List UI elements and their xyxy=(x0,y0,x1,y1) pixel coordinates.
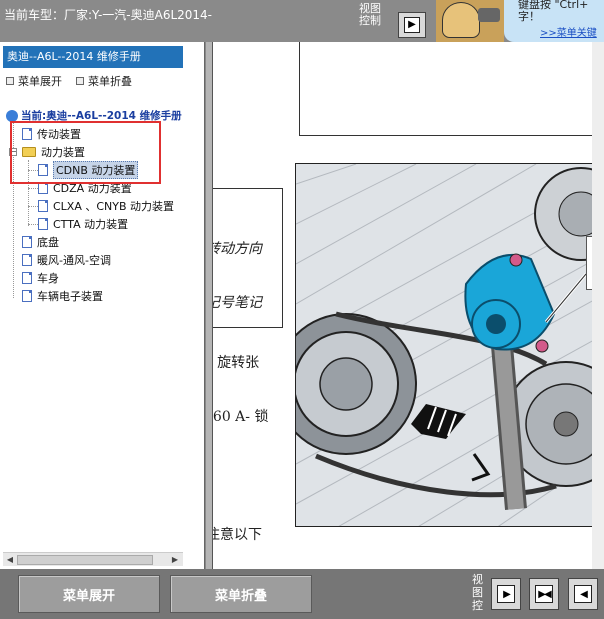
tree-item-label: 车辆电子装置 xyxy=(37,290,103,303)
doc-text-line: 记号笔记 xyxy=(213,295,262,311)
tree-item-label: 动力装置 xyxy=(41,146,85,159)
tree-item-label: 底盘 xyxy=(37,236,59,249)
scroll-left-icon[interactable]: ◀ xyxy=(4,554,16,566)
view-left-button[interactable]: ◀ xyxy=(568,578,598,610)
arrow-right-icon: ▶ xyxy=(404,17,420,33)
document-icon xyxy=(22,272,32,284)
expand-all-label: 菜单展开 xyxy=(18,75,62,88)
document-icon xyxy=(22,236,32,248)
scroll-right-icon[interactable]: ▶ xyxy=(169,554,181,566)
document-icon xyxy=(38,200,48,212)
collapse-all-link[interactable]: 菜单折叠 xyxy=(76,73,132,89)
doc-text-line: 转动方向 xyxy=(213,241,262,257)
hint-link[interactable]: >>菜单关键 xyxy=(540,24,597,39)
collapse-menu-button[interactable]: 菜单折叠 xyxy=(170,575,312,613)
vertical-scrollbar[interactable] xyxy=(592,42,604,569)
doc-text-line: - 旋转张 xyxy=(213,355,260,371)
expand-menu-button[interactable]: 菜单展开 xyxy=(18,575,160,613)
view-split-button[interactable]: ▶◀ xyxy=(529,578,559,610)
menu-ops: 菜单展开 菜单折叠 xyxy=(6,73,132,89)
tree-item-electronics[interactable]: 车辆电子装置 xyxy=(22,288,103,304)
arrow-left-icon: ◀ xyxy=(574,585,592,603)
expand-all-link[interactable]: 菜单展开 xyxy=(6,73,62,89)
collapse-toggle[interactable]: − xyxy=(9,148,17,156)
panel-splitter[interactable] xyxy=(205,42,213,569)
tree-item-label: 传动装置 xyxy=(37,128,81,141)
document-icon xyxy=(22,254,32,266)
tree-item-cdza[interactable]: CDZA 动力装置 xyxy=(38,180,132,196)
doc-text-line: 060 A- 锁 xyxy=(213,409,269,425)
document-icon xyxy=(38,164,48,176)
tree-item-clxa-cnyb[interactable]: CLXA 、CNYB 动力装置 xyxy=(38,198,174,214)
tree-item-body[interactable]: 车身 xyxy=(22,270,59,286)
tree-root[interactable]: 当前:奥迪--A6L--2014 维修手册 xyxy=(6,108,182,123)
tree-item-chassis[interactable]: 底盘 xyxy=(22,234,59,250)
collapse-all-label: 菜单折叠 xyxy=(88,75,132,88)
scroll-thumb[interactable] xyxy=(17,555,153,565)
square-icon xyxy=(76,77,84,85)
horizontal-scrollbar[interactable]: ◀ ▶ xyxy=(3,552,183,566)
mascot-image xyxy=(436,0,504,42)
tree-item-cdnb[interactable]: CDNB 动力装置 xyxy=(38,161,139,179)
globe-icon xyxy=(6,109,18,122)
split-arrows-icon: ▶◀ xyxy=(535,585,553,603)
document-view: 转动方向 记号笔记 - 旋转张 060 A- 锁 注意以下 xyxy=(213,42,604,569)
arrow-right-icon: ▶ xyxy=(497,585,515,603)
doc-text-line: 注意以下 xyxy=(213,527,262,543)
view-control-label: 视图控 xyxy=(472,573,483,612)
document-icon xyxy=(38,182,48,194)
view-control-label: 视图控制 xyxy=(359,2,381,27)
view-right-button[interactable]: ▶ xyxy=(491,578,521,610)
engine-belt-figure: T xyxy=(295,163,604,527)
tree-item-label: CDZA 动力装置 xyxy=(53,182,132,195)
hint-text-2: 字！ xyxy=(518,10,540,23)
document-icon xyxy=(38,218,48,230)
top-bar: 当前车型：厂家:Y-一汽-奥迪A6L2014- 视图控制 ▶ 键盘按 "Ctrl… xyxy=(0,0,604,42)
tree-item-label: CLXA 、CNYB 动力装置 xyxy=(53,200,175,213)
tree-item-label: 车身 xyxy=(37,272,59,285)
menu-tree-panel: 奥迪--A6L--2014 维修手册 菜单展开 菜单折叠 当前:奥迪--A6L-… xyxy=(0,42,205,569)
tree-item-ctta[interactable]: CTTA 动力装置 xyxy=(38,216,128,232)
document-icon xyxy=(22,128,32,140)
document-icon xyxy=(22,290,32,302)
bottom-toolbar: 菜单展开 菜单折叠 视图控 ▶ ▶◀ ◀ xyxy=(0,569,604,619)
tree-item-powertrain[interactable]: 动力装置 xyxy=(22,144,85,160)
tree-item-hvac[interactable]: 暖风-通风-空调 xyxy=(22,252,111,268)
folder-open-icon xyxy=(22,147,36,157)
car-model-label: 当前车型：厂家:Y-一汽-奥迪A6L2014- xyxy=(4,8,213,22)
tree-item-label-selected: CDNB 动力装置 xyxy=(53,161,139,179)
view-toggle-button[interactable]: ▶ xyxy=(398,12,426,38)
panel-title: 奥迪--A6L--2014 维修手册 xyxy=(3,46,183,68)
figure-frame-top xyxy=(299,42,599,136)
tree-item-transmission[interactable]: 传动装置 xyxy=(22,126,81,142)
tree-item-label: 暖风-通风-空调 xyxy=(37,254,111,267)
belt-drive-illustration xyxy=(296,164,603,526)
hint-bubble: 键盘按 "Ctrl+ 字！ >>菜单关键 xyxy=(504,0,604,42)
tree-root-label: 当前:奥迪--A6L--2014 维修手册 xyxy=(21,110,182,122)
square-icon xyxy=(6,77,14,85)
tree-item-label: CTTA 动力装置 xyxy=(53,218,129,231)
